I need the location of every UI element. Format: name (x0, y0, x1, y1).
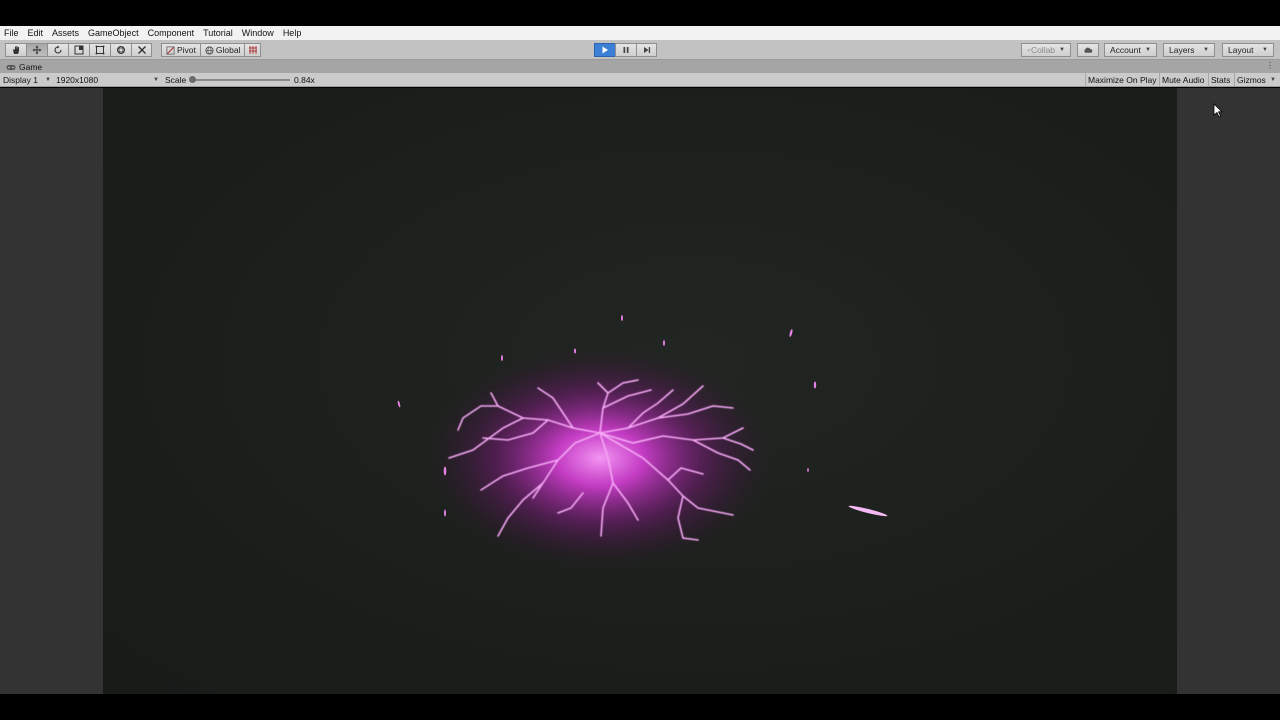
scale-tool-button[interactable] (68, 43, 89, 57)
gamepad-icon (6, 64, 16, 70)
chevron-down-icon[interactable]: ▼ (1268, 73, 1278, 86)
global-label: Global (215, 45, 241, 55)
account-dropdown[interactable]: Account ▼ (1104, 43, 1157, 57)
pause-icon (623, 47, 629, 53)
global-toggle[interactable]: Global (200, 43, 246, 57)
tab-game[interactable]: Game (3, 61, 48, 73)
hand-icon (13, 46, 19, 54)
glow-disc (425, 346, 775, 570)
rect-tool-button[interactable] (89, 43, 110, 57)
layers-dropdown[interactable]: Layers ▼ (1163, 43, 1215, 57)
play-controls (594, 43, 657, 57)
pause-button[interactable] (615, 43, 636, 57)
account-label: Account (1110, 45, 1141, 55)
chevron-down-icon: ▼ (1145, 47, 1151, 53)
chevron-down-icon: ▼ (1059, 47, 1065, 53)
move-tool-button[interactable] (26, 43, 47, 57)
rect-icon (95, 45, 105, 55)
grid-snap-button[interactable] (245, 43, 262, 57)
stats-toggle[interactable]: Stats (1208, 73, 1232, 86)
menu-edit[interactable]: Edit (28, 28, 44, 38)
grid-snap-icon (248, 46, 257, 54)
scale-icon (74, 45, 84, 55)
rotate-icon (54, 45, 62, 54)
cloud-button[interactable] (1077, 43, 1099, 57)
custom-tool-button[interactable] (131, 43, 152, 57)
scale-slider-thumb[interactable] (189, 76, 196, 83)
menu-bar: File Edit Assets GameObject Component Tu… (0, 26, 1280, 40)
scale-label: Scale (165, 75, 187, 85)
chevron-down-icon: ▼ (153, 77, 159, 83)
game-viewport (0, 88, 1280, 694)
rotate-tool-button[interactable] (47, 43, 68, 57)
transform-tool-button[interactable] (110, 43, 131, 57)
handle-toggles: Pivot Global (161, 43, 262, 57)
menu-assets[interactable]: Assets (52, 28, 79, 38)
letterbox-bottom (0, 694, 1280, 720)
menu-file[interactable]: File (4, 28, 19, 38)
menu-component[interactable]: Component (148, 28, 195, 38)
layout-dropdown[interactable]: Layout ▼ (1222, 43, 1274, 57)
maximize-on-play-toggle[interactable]: Maximize On Play (1085, 73, 1159, 86)
pivot-icon (166, 46, 175, 54)
play-button[interactable] (594, 43, 615, 57)
transform-tools (5, 43, 152, 57)
display-label: Display 1 (3, 75, 38, 85)
tools-icon (137, 46, 146, 54)
layout-label: Layout (1228, 45, 1254, 55)
resolution-label: 1920x1080 (56, 75, 99, 85)
lightning-effect (397, 315, 888, 570)
hand-tool-button[interactable] (5, 43, 26, 57)
game-view-bar: Display 1 ▼ 1920x1080 ▼ Scale 0.84x Maxi… (0, 73, 1280, 87)
transform-icon (117, 46, 125, 54)
menu-gameobject[interactable]: GameObject (88, 28, 139, 38)
scale-slider-track[interactable] (190, 79, 290, 81)
layers-label: Layers (1169, 45, 1195, 55)
chevron-down-icon: ▼ (1262, 47, 1268, 53)
tab-bar: Game ⋮ (0, 60, 1280, 73)
menu-help[interactable]: Help (283, 28, 302, 38)
tab-game-label: Game (19, 62, 43, 72)
play-icon (602, 46, 608, 54)
scale-value: 0.84x (294, 75, 315, 85)
letterbox-top (0, 0, 1280, 26)
menu-window[interactable]: Window (242, 28, 274, 38)
resolution-dropdown[interactable]: 1920x1080 ▼ (56, 74, 159, 86)
display-dropdown[interactable]: Display 1 ▼ (3, 74, 51, 86)
step-icon (643, 47, 650, 53)
mouse-cursor-icon (1213, 103, 1223, 118)
step-button[interactable] (636, 43, 657, 57)
mute-audio-toggle[interactable]: Mute Audio (1159, 73, 1207, 86)
main-toolbar: Pivot Global Collab ▼ Account ▼ Layers ▼… (0, 40, 1280, 60)
pivot-label: Pivot (177, 45, 196, 55)
move-icon (32, 45, 42, 55)
menu-tutorial[interactable]: Tutorial (203, 28, 233, 38)
collab-dropdown[interactable]: Collab ▼ (1021, 43, 1071, 57)
cloud-icon (1084, 47, 1093, 53)
game-render-area[interactable] (103, 88, 1177, 694)
kebab-menu-icon[interactable]: ⋮ (1266, 61, 1274, 70)
gizmos-toggle[interactable]: Gizmos (1234, 73, 1268, 86)
globe-icon (205, 45, 214, 55)
chevron-down-icon: ▼ (45, 77, 51, 83)
pivot-toggle[interactable]: Pivot (161, 43, 201, 57)
collab-label: Collab (1030, 45, 1056, 55)
chevron-down-icon: ▼ (1203, 47, 1209, 53)
